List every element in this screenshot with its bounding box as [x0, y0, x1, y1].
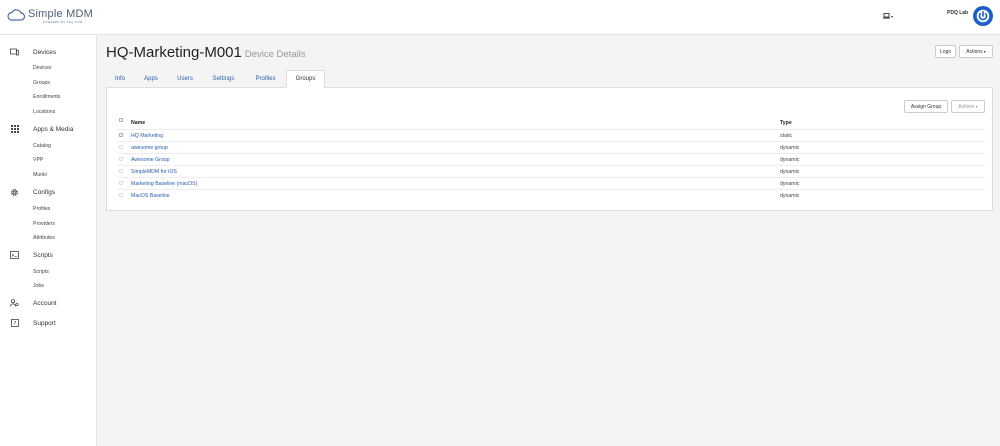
tab-apps[interactable]: Apps	[136, 70, 166, 88]
sidebar-item-enrollments[interactable]: Enrollments	[33, 94, 60, 100]
device-name: HQ-Marketing-M001	[106, 44, 242, 61]
sidebar-item-providers[interactable]: Providers	[33, 221, 55, 227]
row-checkbox[interactable]	[119, 169, 123, 173]
gear-icon	[10, 188, 19, 197]
group-type: dynamic	[780, 193, 800, 199]
row-checkbox[interactable]	[119, 181, 123, 185]
group-name-link[interactable]: MacOS Baseline	[131, 193, 170, 199]
sidebar-section-label: Configs	[33, 188, 56, 196]
table-row: Marketing Baseline (macOS) dynamic	[117, 177, 985, 189]
sidebar-item-locations[interactable]: Locations	[33, 109, 55, 115]
sidebar-section-label: Scripts	[33, 251, 53, 259]
account-icon	[10, 299, 19, 308]
column-header-type: Type	[780, 120, 792, 126]
sidebar: Devices Devices Groups Enrollments Locat…	[0, 35, 97, 446]
tab-settings[interactable]: Settings	[204, 70, 243, 88]
sidebar-item-jobs[interactable]: Jobs	[33, 283, 44, 289]
group-name-link[interactable]: Awesome Group	[131, 157, 170, 163]
laptop-icon	[883, 13, 890, 19]
chevron-down-icon: ▾	[983, 49, 986, 54]
sidebar-section-label: Account	[33, 299, 57, 307]
column-header-name: Name	[131, 120, 146, 126]
device-menu[interactable]: ▾	[883, 13, 893, 19]
row-checkbox[interactable]	[119, 145, 123, 149]
sidebar-item-devices[interactable]: Devices	[33, 65, 51, 71]
sidebar-item-attributes[interactable]: Attributes	[33, 235, 55, 241]
brand-tagline: POWERED BY PDQ.COM	[43, 21, 83, 24]
top-bar: Simple MDM POWERED BY PDQ.COM ▾ PDQ Lab	[0, 0, 1000, 35]
cloud-icon	[7, 9, 25, 21]
groups-actions-label: Actions	[958, 103, 975, 110]
row-checkbox[interactable]	[119, 133, 123, 137]
table-header-row: Name Type	[117, 117, 985, 129]
tab-profiles[interactable]: Profiles	[247, 70, 284, 88]
actions-label: Actions	[966, 48, 983, 55]
group-type: dynamic	[780, 157, 800, 163]
brand-name: Simple MDM	[28, 8, 93, 20]
org-name: PDQ Lab	[947, 10, 969, 16]
group-name-link[interactable]: awesome group	[131, 145, 168, 151]
actions-dropdown-button[interactable]: Actions ▾	[959, 45, 993, 58]
power-icon[interactable]	[973, 6, 993, 26]
group-type: dynamic	[780, 145, 800, 151]
table-row: MacOS Baseline dynamic	[117, 189, 985, 201]
group-name-link[interactable]: HQ Marketing	[131, 133, 163, 139]
sidebar-item-scripts[interactable]: Scripts	[33, 269, 49, 275]
chevron-down-icon: ▾	[891, 13, 894, 19]
table-row: Awesome Group dynamic	[117, 153, 985, 165]
support-icon: ?	[10, 319, 19, 328]
page-title: HQ-Marketing-M001 Device Details	[106, 44, 306, 61]
sidebar-item-groups[interactable]: Groups	[33, 80, 50, 86]
grid-icon	[10, 125, 19, 134]
sidebar-item-catalog[interactable]: Catalog	[33, 143, 51, 149]
group-type: dynamic	[780, 169, 800, 175]
groups-actions-button[interactable]: Actions ▾	[951, 100, 985, 113]
devices-icon	[10, 48, 19, 57]
assign-group-button[interactable]: Assign Group	[904, 100, 948, 113]
tab-users[interactable]: Users	[169, 70, 201, 88]
sidebar-item-profiles[interactable]: Profiles	[33, 206, 50, 212]
groups-panel: Assign Group Actions ▾ Name Type HQ Mark…	[106, 87, 993, 211]
table-row: SimpleMDM for iOS dynamic	[117, 165, 985, 177]
group-name-link[interactable]: SimpleMDM for iOS	[131, 169, 177, 175]
sidebar-section-label: Apps & Media	[33, 125, 74, 133]
table-row: awesome group dynamic	[117, 141, 985, 153]
row-checkbox[interactable]	[119, 193, 123, 197]
select-all-checkbox[interactable]	[119, 118, 123, 122]
group-type: dynamic	[780, 181, 800, 187]
groups-table: Name Type HQ Marketing static awesome gr…	[117, 117, 985, 201]
brand-logo[interactable]: Simple MDM POWERED BY PDQ.COM	[7, 8, 93, 25]
chevron-down-icon: ▾	[975, 104, 978, 109]
svg-text:?: ?	[13, 321, 16, 327]
sidebar-item-munki[interactable]: Munki	[33, 172, 47, 178]
sidebar-section-label: Support	[33, 319, 56, 327]
tab-info[interactable]: Info	[106, 70, 134, 88]
table-row: HQ Marketing static	[117, 129, 985, 141]
group-type: static	[780, 133, 793, 139]
row-checkbox[interactable]	[119, 157, 123, 161]
tab-groups[interactable]: Groups	[286, 70, 325, 88]
page-subtitle: Device Details	[244, 49, 306, 60]
sidebar-item-vpp[interactable]: VPP	[33, 157, 43, 163]
sidebar-section-label: Devices	[33, 48, 57, 56]
group-name-link[interactable]: Marketing Baseline (macOS)	[131, 181, 197, 187]
terminal-icon	[10, 251, 19, 260]
logs-button[interactable]: Logs	[935, 45, 956, 58]
